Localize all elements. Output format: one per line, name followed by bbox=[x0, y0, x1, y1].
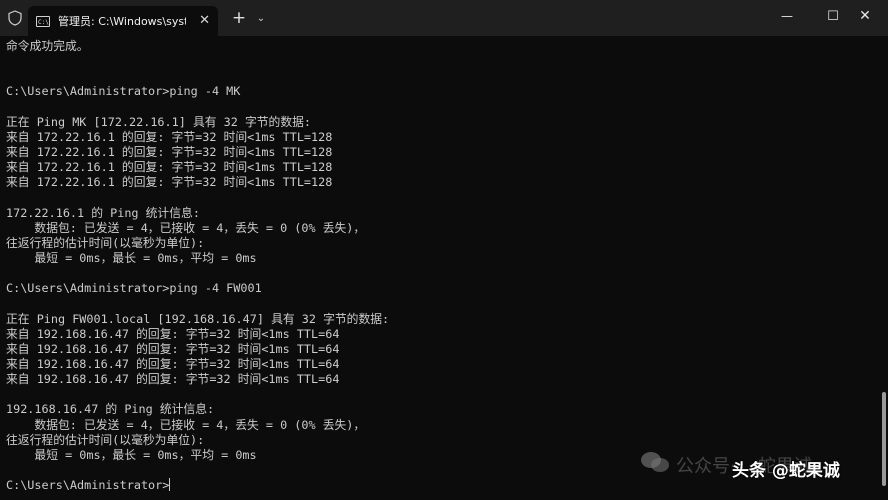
toutiao-watermark: 头条 @蛇果诚 bbox=[732, 461, 840, 481]
terminal-line: 来自 172.22.16.1 的回复: 字节=32 时间<1ms TTL=128 bbox=[6, 129, 333, 144]
close-window-button[interactable]: ✕ bbox=[842, 0, 888, 32]
shield-icon bbox=[2, 0, 28, 36]
terminal-line: C:\Users\Administrator>ping -4 MK bbox=[6, 84, 241, 99]
tab-terminal[interactable]: C:\ 管理员: C:\Windows\system32 ✕ bbox=[28, 6, 218, 36]
terminal-line: 来自 192.168.16.47 的回复: 字节=32 时间<1ms TTL=6… bbox=[6, 356, 340, 371]
wechat-icon bbox=[640, 450, 670, 480]
terminal-line: 来自 172.22.16.1 的回复: 字节=32 时间<1ms TTL=128 bbox=[6, 160, 333, 175]
watermark-text: 公众号· bbox=[676, 456, 736, 477]
terminal-line: 来自 192.168.16.47 的回复: 字节=32 时间<1ms TTL=6… bbox=[6, 372, 340, 387]
title-bar: C:\ 管理员: C:\Windows\system32 ✕ + ⌄ — ☐ ✕ bbox=[0, 0, 888, 36]
cmd-icon: C:\ bbox=[36, 15, 50, 27]
tab-title: 管理员: C:\Windows\system32 bbox=[58, 15, 186, 28]
terminal-line: 172.22.16.1 的 Ping 统计信息: bbox=[6, 205, 200, 220]
terminal-line: 数据包: 已发送 = 4，已接收 = 4，丢失 = 0 (0% 丢失)， bbox=[6, 220, 366, 235]
terminal-line: 来自 192.168.16.47 的回复: 字节=32 时间<1ms TTL=6… bbox=[6, 326, 340, 341]
terminal-output[interactable]: 命令成功完成。 C:\Users\Administrator>ping -4 MK… bbox=[6, 39, 870, 497]
chevron-down-icon[interactable]: ⌄ bbox=[254, 13, 268, 24]
terminal-line: 来自 172.22.16.1 的回复: 字节=32 时间<1ms TTL=128 bbox=[6, 144, 333, 159]
text-cursor bbox=[169, 478, 171, 492]
terminal-line: 正在 Ping FW001.local [192.168.16.47] 具有 3… bbox=[6, 311, 390, 326]
terminal-line: 来自 192.168.16.47 的回复: 字节=32 时间<1ms TTL=6… bbox=[6, 341, 340, 356]
terminal-line: 往返行程的估计时间(以毫秒为单位): bbox=[6, 235, 205, 250]
terminal-line: 数据包: 已发送 = 4，已接收 = 4，丢失 = 0 (0% 丢失)， bbox=[6, 417, 366, 432]
terminal-line: 正在 Ping MK [172.22.16.1] 具有 32 字节的数据: bbox=[6, 114, 312, 129]
new-tab-button[interactable]: + bbox=[230, 8, 248, 28]
minimize-button[interactable]: — bbox=[764, 0, 810, 32]
terminal-line: 往返行程的估计时间(以毫秒为单位): bbox=[6, 432, 205, 447]
terminal-line: 来自 172.22.16.1 的回复: 字节=32 时间<1ms TTL=128 bbox=[6, 175, 333, 190]
terminal-line: 命令成功完成。 bbox=[6, 39, 89, 53]
scrollbar[interactable] bbox=[882, 392, 886, 486]
terminal-line: 最短 = 0ms，最长 = 0ms，平均 = 0ms bbox=[6, 250, 257, 265]
terminal-line: C:\Users\Administrator>ping -4 FW001 bbox=[6, 281, 262, 296]
terminal-line: 192.168.16.47 的 Ping 统计信息: bbox=[6, 402, 215, 417]
close-tab-icon[interactable]: ✕ bbox=[199, 13, 210, 29]
